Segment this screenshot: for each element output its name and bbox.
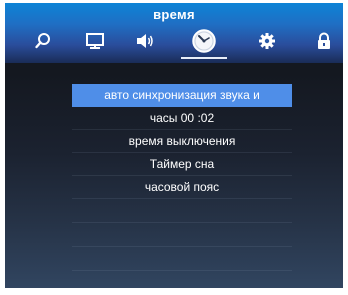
monitor-icon — [85, 32, 105, 50]
page-title: время — [153, 7, 195, 22]
tab-sound[interactable] — [131, 28, 159, 54]
menu-row-empty — [72, 223, 292, 247]
time-menu-list: авто синхронизация звука и часы 00 :02 в… — [72, 84, 292, 271]
tab-picture[interactable] — [81, 28, 109, 54]
menu-row-empty — [72, 247, 292, 271]
tab-time[interactable] — [189, 28, 219, 54]
clock-icon — [191, 28, 217, 54]
tab-lock[interactable] — [310, 28, 338, 54]
search-icon — [34, 32, 52, 50]
menu-item-sleep-timer[interactable]: Таймер сна — [72, 153, 292, 176]
gear-icon — [258, 32, 276, 50]
tab-search[interactable] — [29, 28, 57, 54]
menu-item-time-zone[interactable]: часовой пояс — [72, 176, 292, 199]
menu-item-clock[interactable]: часы 00 :02 — [72, 107, 292, 130]
menu-item-off-time[interactable]: время выключения — [72, 130, 292, 153]
osd-menu-panel: время авто синхронизация звука и часы 00… — [5, 3, 343, 288]
menu-item-auto-sync[interactable]: авто синхронизация звука и — [72, 84, 292, 107]
speaker-icon — [135, 32, 155, 50]
menu-row-empty — [72, 199, 292, 223]
screen-frame: время авто синхронизация звука и часы 00… — [0, 0, 348, 295]
menu-header: время — [5, 3, 343, 63]
lock-icon — [316, 32, 332, 50]
active-tab-indicator — [181, 57, 227, 59]
tab-settings[interactable] — [253, 28, 281, 54]
